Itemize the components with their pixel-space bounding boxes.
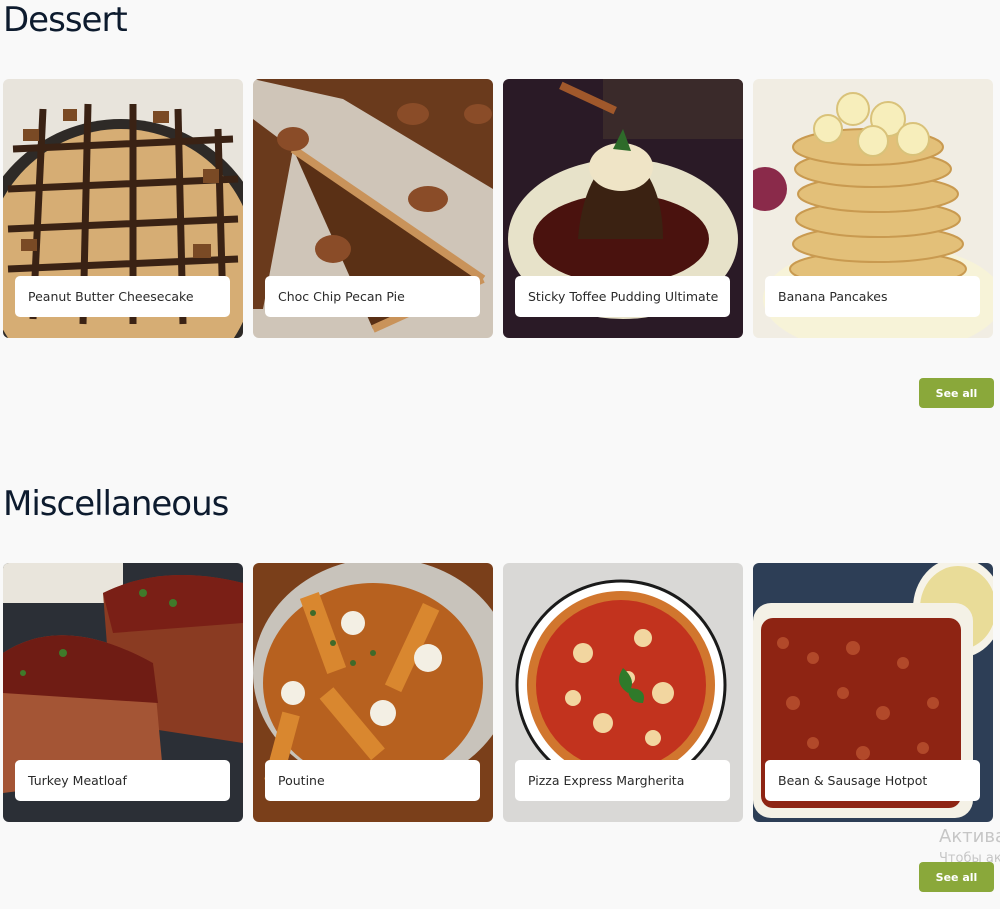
recipe-name: Pizza Express Margherita	[515, 760, 730, 801]
recipe-name: Banana Pancakes	[765, 276, 980, 317]
section-title-miscellaneous: Miscellaneous	[3, 484, 229, 524]
recipe-name: Choc Chip Pecan Pie	[265, 276, 480, 317]
watermark-line1: Актива	[939, 826, 1000, 847]
recipe-name: Sticky Toffee Pudding Ultimate	[515, 276, 730, 317]
recipe-card[interactable]: Choc Chip Pecan Pie	[253, 79, 493, 338]
see-all-miscellaneous-button[interactable]: See all	[919, 862, 994, 892]
see-all-dessert-button[interactable]: See all	[919, 378, 994, 408]
recipe-card[interactable]: Banana Pancakes	[753, 79, 993, 338]
dessert-card-row: Peanut Butter Cheesecake Choc Chip Pecan…	[3, 79, 993, 338]
recipe-name: Bean & Sausage Hotpot	[765, 760, 980, 801]
recipe-card[interactable]: Bean & Sausage Hotpot	[753, 563, 993, 822]
recipe-card[interactable]: Peanut Butter Cheesecake	[3, 79, 243, 338]
recipe-name: Poutine	[265, 760, 480, 801]
recipe-card[interactable]: Turkey Meatloaf	[3, 563, 243, 822]
recipe-name: Turkey Meatloaf	[15, 760, 230, 801]
recipe-card[interactable]: Poutine	[253, 563, 493, 822]
activation-watermark: Актива Чтобы ак	[939, 826, 1000, 866]
recipe-card[interactable]: Pizza Express Margherita	[503, 563, 743, 822]
section-title-dessert: Dessert	[3, 0, 128, 40]
miscellaneous-card-row: Turkey Meatloaf Poutine Pizza Express Ma…	[3, 563, 993, 822]
recipe-name: Peanut Butter Cheesecake	[15, 276, 230, 317]
recipe-card[interactable]: Sticky Toffee Pudding Ultimate	[503, 79, 743, 338]
